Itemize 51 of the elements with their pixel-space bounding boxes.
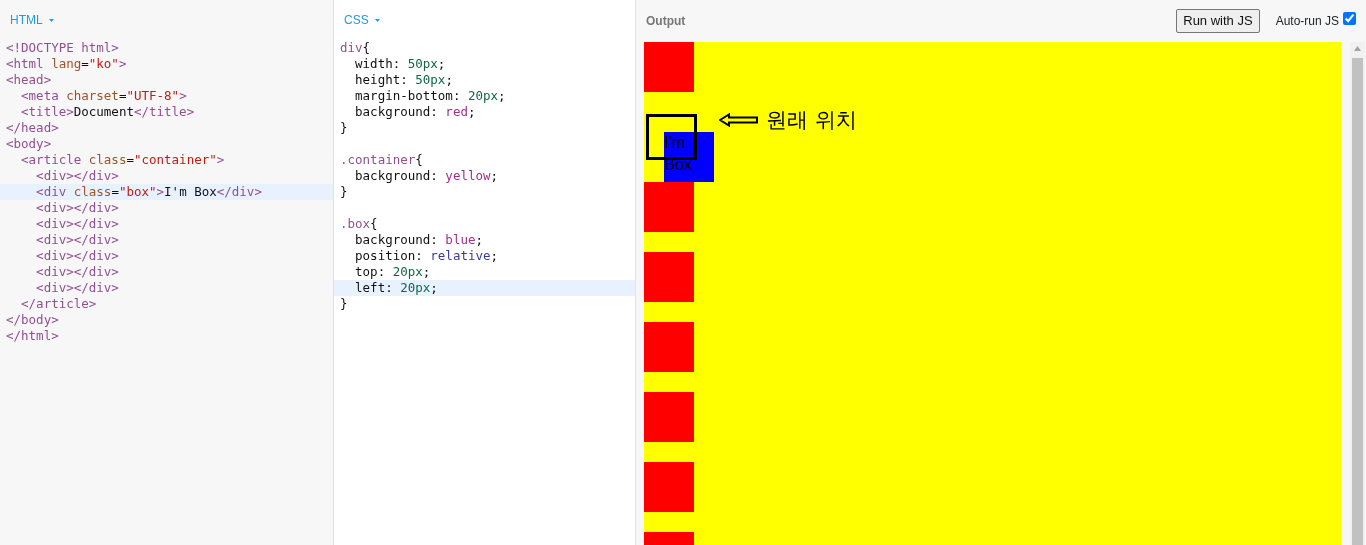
code-line: position: relative; [354, 248, 500, 264]
code-line: </article> [20, 296, 98, 312]
arrow-icon [719, 113, 759, 127]
code-line: <div></div> [35, 280, 120, 296]
scroll-thumb[interactable] [1352, 58, 1363, 545]
square-block [644, 392, 694, 442]
caret-icon [374, 18, 380, 22]
code-line: <div></div> [35, 232, 120, 248]
code-line: background: yellow; [354, 168, 500, 184]
square-block [644, 322, 694, 372]
square-block [644, 252, 694, 302]
scroll-up-icon[interactable] [1354, 46, 1361, 51]
code-line: </html> [5, 328, 60, 344]
code-line: <div></div> [35, 248, 120, 264]
run-button[interactable]: Run with JS [1176, 9, 1260, 33]
code-line: </body> [5, 312, 60, 328]
square-block [644, 182, 694, 232]
outline-frame [646, 114, 697, 160]
output-title: Output [646, 13, 686, 30]
code-line: top: 20px; [354, 264, 432, 280]
code-line: <div></div> [35, 264, 120, 280]
pane-tab[interactable]: HTML [10, 11, 54, 29]
code-line: <article class="container"> [20, 152, 226, 168]
auto-run-checkbox[interactable] [1343, 11, 1356, 25]
square-block [644, 462, 694, 512]
code-line: <div></div> [35, 168, 120, 184]
pane-tab[interactable]: CSS [344, 11, 380, 29]
code-line: <title>Document</title> [20, 104, 196, 120]
code-line: .container{ [339, 152, 424, 168]
square-block [644, 42, 694, 92]
code-line: background: blue; [354, 232, 484, 248]
code-line: </head> [5, 120, 60, 136]
code-line: .box{ [339, 216, 379, 232]
code-line: } [339, 296, 349, 312]
code-line: } [339, 184, 349, 200]
caret-icon [48, 18, 54, 22]
code-line: background: red; [354, 104, 477, 120]
code-line: <html lang="ko"> [5, 56, 128, 72]
code-line: div{ [339, 40, 372, 56]
code-line: <meta charset="UTF-8"> [20, 88, 188, 104]
code-line: <head> [5, 72, 53, 88]
code-line: } [339, 120, 349, 136]
code-line: height: 50px; [354, 72, 454, 88]
code-line: <div></div> [35, 216, 120, 232]
code-line: margin-bottom: 20px; [354, 88, 507, 104]
annotation-text: 원래 위치 [766, 107, 857, 134]
code-line: width: 50px; [354, 56, 447, 72]
auto-run-label: Auto-run JS [1275, 13, 1339, 30]
code-line: <body> [5, 136, 53, 152]
code-line: <div></div> [35, 200, 120, 216]
code-line: <!DOCTYPE html> [5, 40, 120, 56]
